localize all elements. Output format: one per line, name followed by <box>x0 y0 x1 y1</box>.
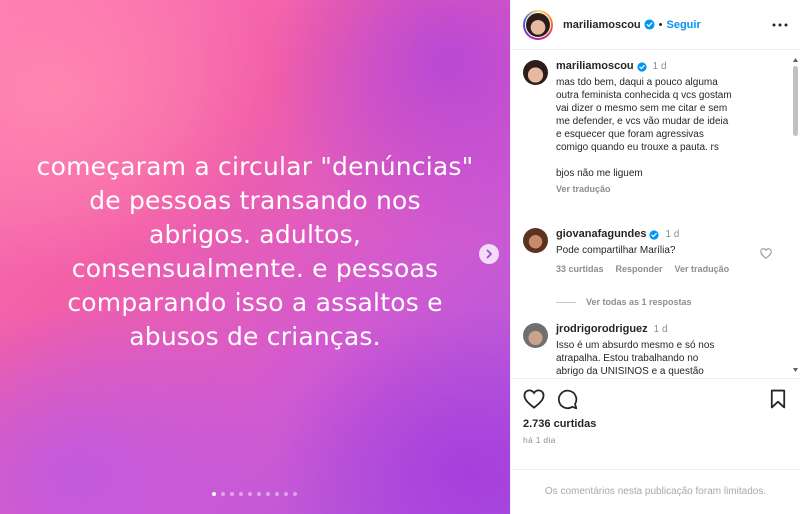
avatar <box>526 12 550 37</box>
post-actions: 2.736 curtidas há 1 dia Os comentários n… <box>511 378 800 514</box>
avatar[interactable] <box>523 228 548 253</box>
more-options-icon[interactable] <box>772 23 788 27</box>
verified-badge-icon <box>637 61 647 72</box>
carousel-dot <box>257 492 261 496</box>
comments-list[interactable]: mariliamoscou 1 d mas tdo bem, daqui a p… <box>511 50 800 377</box>
comments-limited-notice: Os comentários nesta publicação foram li… <box>511 469 800 497</box>
caption-username[interactable]: mariliamoscou <box>556 60 634 73</box>
header-separator: • <box>658 18 663 31</box>
comment-likes-count[interactable]: 33 curtidas <box>556 263 604 276</box>
comment-time: 1 d <box>665 229 680 240</box>
comment-bubble-icon[interactable] <box>557 389 578 415</box>
post-header: mariliamoscou • Seguir <box>511 0 800 50</box>
carousel-dot <box>266 492 270 496</box>
post-timestamp: há 1 dia <box>523 435 556 445</box>
verified-badge-icon <box>644 19 655 30</box>
comment-time: 1 d <box>653 324 668 335</box>
verified-badge-icon <box>649 229 660 240</box>
caption-text: mas tdo bem, daqui a pouco alguma outra … <box>556 77 732 179</box>
comment-reply-link[interactable]: Responder <box>616 263 663 276</box>
comment-username[interactable]: giovanafagundes <box>556 228 646 241</box>
post-sidebar: mariliamoscou • Seguir mariliamoscou 1 d… <box>510 0 800 514</box>
view-replies-link[interactable]: Ver todas as 1 respostas <box>556 297 692 307</box>
caption: mariliamoscou 1 d mas tdo bem, daqui a p… <box>523 60 786 196</box>
carousel-dot <box>275 492 279 496</box>
like-heart-icon[interactable] <box>523 389 545 414</box>
slide-text: começaram a circular "denúncias" de pess… <box>36 152 474 351</box>
carousel-dot <box>293 492 297 496</box>
carousel-dot <box>284 492 288 496</box>
comment-text: Pode compartilhar Marília? <box>556 245 676 256</box>
carousel-dot <box>221 492 225 496</box>
avatar[interactable] <box>523 60 548 85</box>
comment-like-heart-icon[interactable] <box>760 246 772 264</box>
next-slide-button[interactable] <box>479 244 499 264</box>
caption-time: 1 d <box>652 61 667 72</box>
avatar[interactable] <box>523 323 548 348</box>
author-username[interactable]: mariliamoscou <box>563 19 641 31</box>
save-bookmark-icon[interactable] <box>770 389 786 414</box>
post-media: começaram a circular "denúncias" de pess… <box>0 0 510 514</box>
comment-item: jrodrigorodriguez 1 d Isso é um absurdo … <box>523 323 786 377</box>
follow-button[interactable]: Seguir <box>667 19 701 31</box>
scrollbar-thumb[interactable] <box>793 66 798 136</box>
caption-translate-link[interactable]: Ver tradução <box>556 183 611 196</box>
carousel-dot <box>212 492 216 496</box>
chevron-right-icon <box>486 249 492 259</box>
carousel-dot <box>230 492 234 496</box>
carousel-dot <box>239 492 243 496</box>
carousel-dot <box>248 492 252 496</box>
instagram-post: começaram a circular "denúncias" de pess… <box>0 0 800 514</box>
carousel-dots <box>212 492 297 496</box>
author-avatar-ring[interactable] <box>523 9 553 40</box>
comment-text: Isso é um absurdo mesmo e só nos atrapal… <box>556 340 715 377</box>
likes-count[interactable]: 2.736 curtidas <box>523 418 596 430</box>
comment-translate-link[interactable]: Ver tradução <box>675 263 730 276</box>
comment-username[interactable]: jrodrigorodriguez <box>556 323 648 336</box>
comment-item: giovanafagundes 1 d Pode compartilhar Ma… <box>523 228 786 276</box>
